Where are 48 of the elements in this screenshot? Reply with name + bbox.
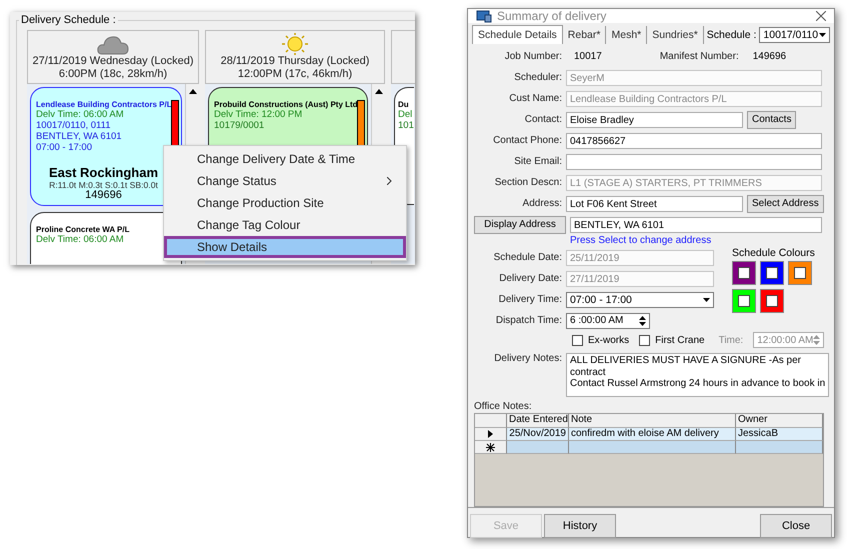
table-cell: JessicaB xyxy=(736,428,823,441)
field-label: Delivery Date: xyxy=(498,273,562,284)
company-name: Lendlease Building Contractors P/L xyxy=(36,100,171,109)
field-label: Manifest Number: xyxy=(660,51,739,62)
company-name: Probuild Constructions (Aust) Pty Ltd xyxy=(214,100,357,109)
manifest-number-value: 149696 xyxy=(752,51,786,62)
delivery-time: Delv Time: 06:00 AM xyxy=(36,234,125,245)
time-window: 07:00 - 17:00 xyxy=(36,142,171,153)
weights: R:11.0t M:0.3t S:0.1t SB:0.0t xyxy=(48,180,159,190)
job-number: 101 xyxy=(398,120,414,131)
colours-title: Schedule Colours xyxy=(732,247,816,259)
job-number: 10017/0110, 0111 xyxy=(36,120,112,131)
field-label: Contact: xyxy=(524,114,562,125)
table-cell: confiredm with eloise AM delivery xyxy=(569,428,736,441)
field-label: Address: xyxy=(522,198,562,209)
delivery-time: Delv Time: 06:00 AM xyxy=(36,109,125,120)
field-label: Contact Phone: xyxy=(492,135,562,146)
field-label: Schedule Date: xyxy=(492,252,562,263)
group-title: Delivery Schedule : xyxy=(20,14,117,26)
address-hint: Press Select to change address xyxy=(570,235,712,247)
office-notes-label: Office Notes: xyxy=(474,401,533,412)
day-date: 28/11/2019 Thursday (Locked) xyxy=(220,55,370,68)
card-address: BENTLEY, WA 6101 xyxy=(36,131,123,142)
manifest-number: 149696 xyxy=(84,190,123,201)
company-name: Du xyxy=(398,100,410,109)
field-label: Site Email: xyxy=(513,156,562,167)
field-label: Section Descn: xyxy=(494,177,562,188)
field-label: Delivery Time: xyxy=(498,294,562,305)
site-name: East Rockingham xyxy=(48,165,160,180)
field-label: Delivery Notes: xyxy=(493,353,562,364)
delivery-time: Del xyxy=(398,109,414,120)
field-label: Job Number: xyxy=(504,51,562,62)
checkbox-label: Ex-works xyxy=(588,334,630,346)
day-date: 27/11/2019 Wednesday (Locked) xyxy=(32,55,194,68)
table-cell: 25/Nov/2019 xyxy=(507,428,569,441)
time-label: Time: xyxy=(718,334,744,346)
company-name: Proline Concrete WA P/L xyxy=(36,225,130,234)
field-label: Dispatch Time: xyxy=(494,315,562,326)
delivery-time: Delv Time: 12:00 PM xyxy=(214,109,304,120)
checkbox-label: First Crane xyxy=(655,334,705,346)
schedule-label: Schedule : xyxy=(706,28,756,40)
field-label: Cust Name: xyxy=(508,93,562,104)
job-number: 10179/0001 xyxy=(214,120,266,131)
window-title: Summary of delivery xyxy=(497,9,608,23)
day-weather: 6:00PM (18c, 28km/h) xyxy=(58,68,168,81)
job-number-value: 10017 xyxy=(574,51,602,62)
field-label: Scheduler: xyxy=(513,72,562,83)
day-weather: 12:00PM (17c, 46km/h) xyxy=(238,68,352,81)
